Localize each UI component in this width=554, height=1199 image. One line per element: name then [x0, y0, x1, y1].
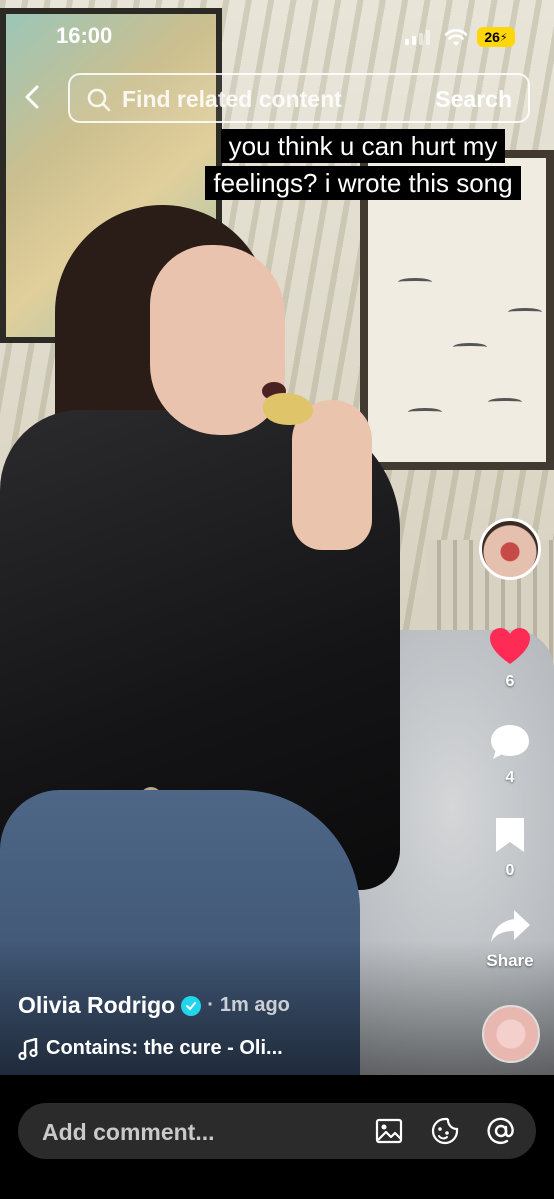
- caption-text: you think u can hurt my feelings? i wrot…: [205, 129, 521, 200]
- status-time: 16:00: [56, 23, 113, 48]
- post-time: 1m ago: [219, 994, 290, 1016]
- image-icon[interactable]: [374, 1116, 404, 1146]
- bookmark-icon: [496, 818, 524, 852]
- status-bar: 16:00 26 ⚡: [0, 18, 554, 58]
- comment-input[interactable]: Add comment...: [18, 1103, 536, 1159]
- battery-icon: 26 ⚡: [477, 27, 515, 47]
- creator-avatar[interactable]: [479, 518, 541, 580]
- mention-icon[interactable]: [486, 1116, 516, 1146]
- battery-level: 26: [484, 29, 500, 45]
- back-icon[interactable]: [18, 82, 48, 112]
- wifi-icon: [444, 29, 468, 46]
- hand: [292, 400, 372, 550]
- sound-disc-icon[interactable]: [482, 1005, 540, 1063]
- share-arrow-icon: [491, 910, 530, 942]
- emoji-sticker-icon[interactable]: [430, 1116, 460, 1146]
- comment-bubble-icon: [491, 725, 529, 759]
- save-button[interactable]: 0: [478, 815, 542, 880]
- share-label: Share: [486, 951, 534, 970]
- comment-placeholder[interactable]: Add comment...: [42, 1119, 215, 1146]
- like-button[interactable]: 6: [478, 626, 542, 691]
- search-button[interactable]: Search: [435, 86, 512, 113]
- music-note-icon: [18, 1037, 38, 1060]
- comment-button[interactable]: 4: [478, 722, 542, 787]
- like-count: 6: [505, 673, 515, 690]
- chip: [263, 393, 313, 425]
- search-input[interactable]: Find related content: [122, 86, 342, 113]
- post-author-row: Olivia Rodrigo · 1m ago: [18, 992, 290, 1019]
- video-caption: you think u can hurt my feelings? i wrot…: [198, 128, 528, 202]
- search-bar[interactable]: Find related content Search: [68, 73, 530, 123]
- sound-row[interactable]: Contains: the cure - Oli...: [18, 1037, 283, 1060]
- author-name[interactable]: Olivia Rodrigo: [18, 992, 175, 1019]
- cellular-signal-icon: [405, 30, 430, 45]
- save-count: 0: [505, 862, 515, 879]
- sound-title: Contains: the cure - Oli...: [46, 1037, 283, 1059]
- share-button[interactable]: Share: [478, 906, 542, 971]
- search-icon: [87, 88, 111, 112]
- heart-icon: [490, 628, 530, 664]
- comment-count: 4: [505, 769, 515, 786]
- verified-badge-icon: [181, 995, 202, 1016]
- post-time-separator: ·: [207, 994, 214, 1016]
